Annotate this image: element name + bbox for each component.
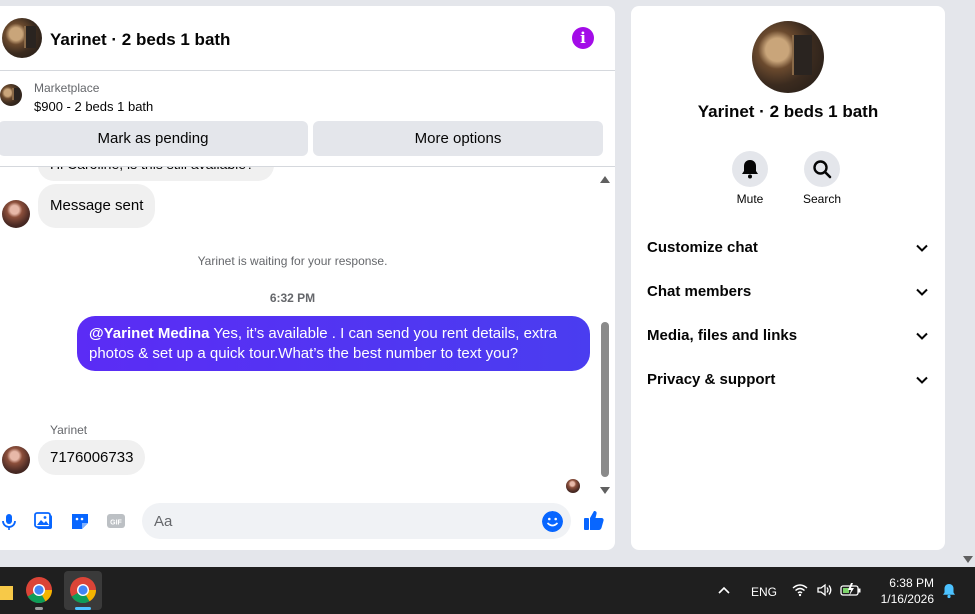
taskbar: ENG 6:38 PM 1/16/2026 xyxy=(0,567,975,614)
notification-bell-icon[interactable] xyxy=(941,582,957,599)
bell-icon xyxy=(742,160,758,179)
scroll-down-icon[interactable] xyxy=(600,487,610,494)
scroll-up-icon[interactable] xyxy=(600,176,610,183)
sender-name: Yarinet xyxy=(50,423,88,437)
chevron-down-icon xyxy=(916,244,928,252)
chat-header: Yarinet · 2 beds 1 bath i xyxy=(0,6,615,71)
search-label: Search xyxy=(802,192,842,206)
chat-panel: Yarinet · 2 beds 1 bath i Marketplace $9… xyxy=(0,6,615,550)
mute-label: Mute xyxy=(736,192,764,206)
clock-date[interactable]: 1/16/2026 xyxy=(872,592,934,606)
conversation-avatar[interactable] xyxy=(2,18,42,58)
language-indicator[interactable]: ENG xyxy=(751,585,777,599)
svg-text:GIF: GIF xyxy=(110,520,122,527)
section-label: Chat members xyxy=(647,283,752,300)
section-label: Customize chat xyxy=(647,239,758,256)
mute-button[interactable] xyxy=(732,151,768,187)
info-icon[interactable]: i xyxy=(572,27,594,49)
section-privacy-support[interactable]: Privacy & support xyxy=(647,365,929,395)
volume-icon[interactable] xyxy=(816,583,832,597)
battery-charging-icon[interactable] xyxy=(840,582,862,598)
composer: GIF xyxy=(0,500,615,544)
wifi-icon[interactable] xyxy=(792,583,808,597)
section-label: Media, files and links xyxy=(647,327,798,344)
avatar[interactable] xyxy=(2,200,30,228)
section-label: Privacy & support xyxy=(647,371,776,388)
listing-thumbnail[interactable] xyxy=(0,84,22,106)
chevron-up-icon[interactable] xyxy=(717,585,731,595)
conversation-info-panel: Yarinet · 2 beds 1 bath Mute Search Cust… xyxy=(631,6,945,550)
app-running-indicator xyxy=(35,607,43,610)
waiting-notice: Yarinet is waiting for your response. xyxy=(197,254,388,268)
seen-indicator-avatar xyxy=(566,479,580,493)
message-input-box[interactable] xyxy=(142,503,571,539)
outgoing-message-bubble: @Yarinet Medina Yes, it’s available . I … xyxy=(77,316,590,371)
page-scroll-down-icon[interactable] xyxy=(963,556,973,563)
message-timestamp: 6:32 PM xyxy=(269,291,316,305)
message-bubble: Message sent xyxy=(38,184,156,228)
chrome-icon[interactable] xyxy=(67,574,99,606)
gif-icon[interactable]: GIF xyxy=(105,510,127,532)
mention[interactable]: @Yarinet Medina xyxy=(89,325,210,342)
avatar[interactable] xyxy=(2,446,30,474)
incoming-message-bubble: 7176006733 xyxy=(38,440,146,475)
mark-as-pending-button[interactable]: Mark as pending xyxy=(0,121,308,156)
message-input[interactable] xyxy=(154,503,534,539)
app-active-indicator xyxy=(75,607,91,610)
chevron-down-icon xyxy=(916,376,928,384)
conversation-title[interactable]: Yarinet · 2 beds 1 bath xyxy=(50,30,230,50)
photo-icon[interactable] xyxy=(33,510,55,532)
marketplace-label: Marketplace xyxy=(34,81,100,95)
like-icon[interactable] xyxy=(582,508,606,532)
message-list[interactable]: Hi Caroline, is this still available? Me… xyxy=(0,167,600,497)
folder-app-icon[interactable] xyxy=(0,574,16,606)
chevron-down-icon xyxy=(916,332,928,340)
more-options-button[interactable]: More options xyxy=(313,121,603,156)
message-bubble-partial: Hi Caroline, is this still available? xyxy=(38,167,274,181)
listing-price[interactable]: $900 - 2 beds 1 bath xyxy=(34,99,153,114)
info-panel-title: Yarinet · 2 beds 1 bath xyxy=(697,102,879,121)
clock-time[interactable]: 6:38 PM xyxy=(882,576,934,590)
chrome-icon[interactable] xyxy=(23,574,55,606)
microphone-icon[interactable] xyxy=(0,510,20,532)
sticker-icon[interactable] xyxy=(69,510,91,532)
section-customize-chat[interactable]: Customize chat xyxy=(647,233,929,263)
search-button[interactable] xyxy=(804,151,840,187)
search-icon xyxy=(813,160,832,179)
message-scrollbar[interactable] xyxy=(599,176,611,496)
section-media-files-links[interactable]: Media, files and links xyxy=(647,321,929,351)
chevron-down-icon xyxy=(916,288,928,296)
scroll-thumb[interactable] xyxy=(601,322,609,477)
emoji-icon[interactable] xyxy=(542,511,563,532)
conversation-avatar-large[interactable] xyxy=(752,21,824,93)
section-chat-members[interactable]: Chat members xyxy=(647,277,929,307)
